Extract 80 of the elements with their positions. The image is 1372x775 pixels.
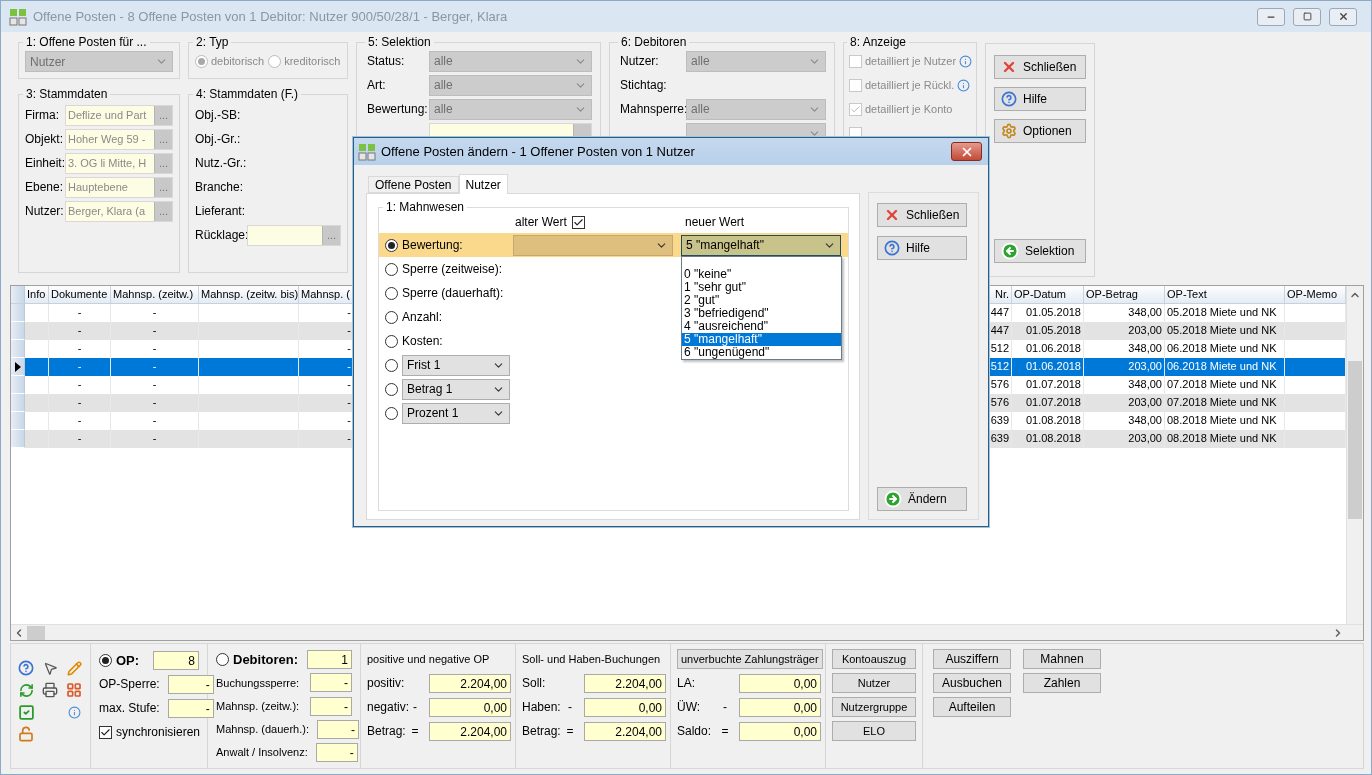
column-label: alter Wert — [515, 215, 567, 229]
group-title: 4: Stammdaten (F.) — [195, 87, 300, 101]
option-label: synchronisieren — [116, 725, 201, 739]
field-label: Bewertung: — [402, 238, 463, 252]
sign-label: = — [565, 724, 575, 738]
amount-field: 2.204,00 — [429, 673, 511, 693]
sign-label: = — [720, 724, 730, 738]
table-cell: - — [111, 430, 199, 448]
table-cell: - — [49, 430, 111, 448]
field-label: Bewertung: — [367, 102, 429, 116]
count-field: 8 — [153, 650, 199, 670]
amount-field: 0,00 — [739, 673, 821, 693]
group-title: 6: Debitoren — [620, 35, 688, 49]
field-label: max. Stufe: — [99, 701, 160, 715]
field-label: Firma: — [25, 108, 60, 122]
option-label: debitorisch — [211, 55, 265, 67]
field-label: Nutz.-Gr.: — [195, 156, 248, 170]
field-label: Mahnsperre: — [620, 102, 686, 116]
column-label: neuer Wert — [684, 215, 746, 229]
option-label: detailliert je Konto — [865, 103, 953, 115]
table-cell: 08.2018 Miete und NK — [1165, 430, 1285, 448]
field-label: Betrag: — [367, 724, 405, 738]
option-label: kreditorisch — [284, 55, 341, 67]
field-label: Einheit: — [25, 156, 65, 170]
field-label: Sperre (zeitweise): — [402, 262, 503, 276]
field-label: positiv: — [367, 676, 405, 690]
sign-label: - — [722, 700, 728, 714]
sign-label: - — [412, 700, 418, 714]
window-title: Offene Posten - 8 Offene Posten von 1 Debitor: Nutzer 900/50/28/1 - Berger, Klara — [33, 9, 509, 24]
field-label: Art: — [367, 78, 387, 92]
field-label: Stichtag: — [620, 78, 668, 92]
table-cell: 203,00 — [1084, 430, 1165, 448]
amount-field: 2.204,00 — [429, 721, 511, 741]
group-title: 1: Mahnwesen — [385, 200, 466, 214]
field-label: Nutzer: — [25, 204, 65, 218]
amount-field: 0,00 — [739, 721, 821, 741]
field-label: OP-Sperre: — [99, 677, 160, 691]
option-label: detailliert je Nutzer — [865, 55, 957, 67]
count-field: 1 — [307, 650, 352, 670]
field-label: Kosten: — [402, 334, 443, 348]
field-label: Obj.-Gr.: — [195, 132, 242, 146]
amount-field: 0,00 — [429, 697, 511, 717]
field-label: Branche: — [195, 180, 245, 194]
field-label: Status: — [367, 54, 406, 68]
field-label: Betrag: — [522, 724, 560, 738]
field-label: Mahnsp. (dauerh.): — [216, 723, 309, 736]
field-label: Sperre (dauerhaft): — [402, 286, 504, 300]
field-label: Buchungssperre: — [216, 676, 300, 689]
field-label: Anwalt / Insolvenz: — [216, 746, 308, 759]
field-label: Rücklage: — [195, 228, 247, 242]
amount-field: 0,00 — [739, 697, 821, 717]
field-label: Haben: — [522, 700, 560, 714]
option-label: Debitoren: — [233, 652, 298, 668]
field-label: Ebene: — [25, 180, 65, 194]
amount-field: 2.204,00 — [584, 673, 666, 693]
field-label: LA: — [677, 676, 696, 690]
field-label: Mahnsp. (zeitw.): — [216, 700, 300, 712]
sign-label: = — [410, 724, 420, 738]
group-title: 8: Anzeige — [849, 35, 908, 49]
field-label: Saldo: — [677, 724, 713, 738]
sign-label: - — [567, 700, 573, 714]
field-label: Anzahl: — [402, 310, 443, 324]
table-cell: 01.08.2018 — [1012, 430, 1084, 448]
group-title: 3: Stammdaten — [25, 87, 109, 101]
field-label: Lieferant: — [195, 204, 247, 218]
field-label: Obj.-SB: — [195, 108, 242, 122]
group-title: 2: Typ — [195, 35, 230, 49]
amount-field: 2.204,00 — [584, 721, 666, 741]
field-label: Nutzer: — [620, 54, 660, 68]
option-label: OP: — [116, 652, 140, 668]
option-label: detailliert je Rückl. — [865, 79, 955, 91]
section-title: positive und negative OP — [367, 653, 490, 665]
group-title: 5: Selektion — [367, 35, 432, 49]
field-label: Soll: — [522, 676, 547, 690]
field-label: Objekt: — [25, 132, 64, 146]
group-title: 1: Offene Posten für ... — [25, 35, 148, 49]
field-label: ÜW: — [677, 700, 702, 714]
amount-field: 0,00 — [584, 697, 666, 717]
section-title: Soll- und Haben-Buchungen — [522, 653, 661, 665]
dialog-title: Offene Posten ändern - 1 Offener Posten von 1 Nutzer — [381, 144, 696, 159]
